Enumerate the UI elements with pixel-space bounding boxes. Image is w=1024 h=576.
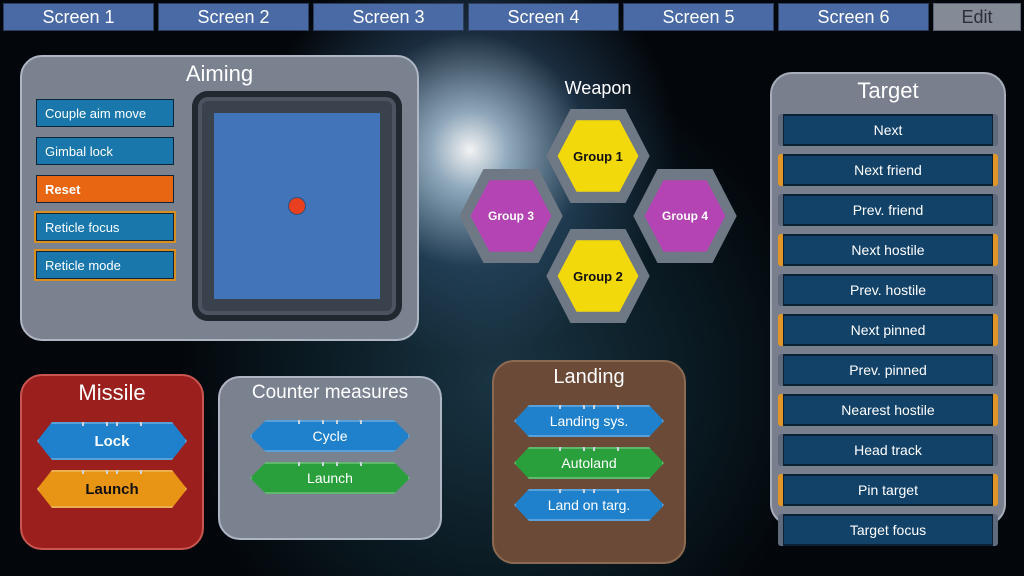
- target-next-friend-button[interactable]: Next friend: [782, 154, 994, 186]
- target-prev-hostile-button[interactable]: Prev. hostile: [782, 274, 994, 306]
- tab-screen-2[interactable]: Screen 2: [158, 3, 309, 31]
- autoland-button[interactable]: Autoland: [514, 447, 664, 479]
- target-panel: Target Next Next friend Prev. friend Next h…: [770, 72, 1006, 526]
- target-pin-target-button[interactable]: Pin target: [782, 474, 994, 506]
- landing-title: Landing: [494, 362, 684, 395]
- reticle-field: [214, 113, 380, 299]
- cm-title: Counter measures: [220, 378, 440, 410]
- aiming-panel: Aiming Couple aim move Gimbal lock Reset…: [20, 55, 419, 341]
- cm-cycle-button[interactable]: Cycle: [250, 420, 410, 452]
- cm-launch-button[interactable]: Launch: [250, 462, 410, 494]
- tab-screen-6[interactable]: Screen 6: [778, 3, 929, 31]
- missile-panel: Missile Lock Launch: [20, 374, 204, 550]
- couple-aim-move-button[interactable]: Couple aim move: [36, 99, 174, 127]
- target-next-hostile-button[interactable]: Next hostile: [782, 234, 994, 266]
- tab-screen-1[interactable]: Screen 1: [3, 3, 154, 31]
- target-head-track-button[interactable]: Head track: [782, 434, 994, 466]
- tab-screen-5[interactable]: Screen 5: [623, 3, 774, 31]
- weapon-title: Weapon: [438, 78, 758, 99]
- missile-lock-button[interactable]: Lock: [37, 422, 187, 460]
- tab-screen-3[interactable]: Screen 3: [313, 3, 464, 31]
- aiming-title: Aiming: [22, 57, 417, 93]
- target-next-button[interactable]: Next: [782, 114, 994, 146]
- counter-measures-panel: Counter measures Cycle Launch: [218, 376, 442, 540]
- missile-launch-button[interactable]: Launch: [37, 470, 187, 508]
- land-on-target-button[interactable]: Land on targ.: [514, 489, 664, 521]
- target-nearest-hostile-button[interactable]: Nearest hostile: [782, 394, 994, 426]
- target-prev-friend-button[interactable]: Prev. friend: [782, 194, 994, 226]
- target-target-focus-button[interactable]: Target focus: [782, 514, 994, 546]
- reticle-dot-icon: [289, 198, 305, 214]
- reticle-mode-button[interactable]: Reticle mode: [36, 251, 174, 279]
- missile-title: Missile: [22, 376, 202, 412]
- landing-sys-button[interactable]: Landing sys.: [514, 405, 664, 437]
- reticle-display[interactable]: [192, 91, 402, 321]
- reset-button[interactable]: Reset: [36, 175, 174, 203]
- weapon-panel: Weapon Group 1 Group 2 Group 3 Group 4: [438, 78, 758, 338]
- reticle-focus-button[interactable]: Reticle focus: [36, 213, 174, 241]
- edit-button[interactable]: Edit: [933, 3, 1021, 31]
- tab-screen-4[interactable]: Screen 4: [468, 3, 619, 31]
- target-next-pinned-button[interactable]: Next pinned: [782, 314, 994, 346]
- gimbal-lock-button[interactable]: Gimbal lock: [36, 137, 174, 165]
- target-prev-pinned-button[interactable]: Prev. pinned: [782, 354, 994, 386]
- target-title: Target: [772, 74, 1004, 110]
- landing-panel: Landing Landing sys. Autoland Land on ta…: [492, 360, 686, 564]
